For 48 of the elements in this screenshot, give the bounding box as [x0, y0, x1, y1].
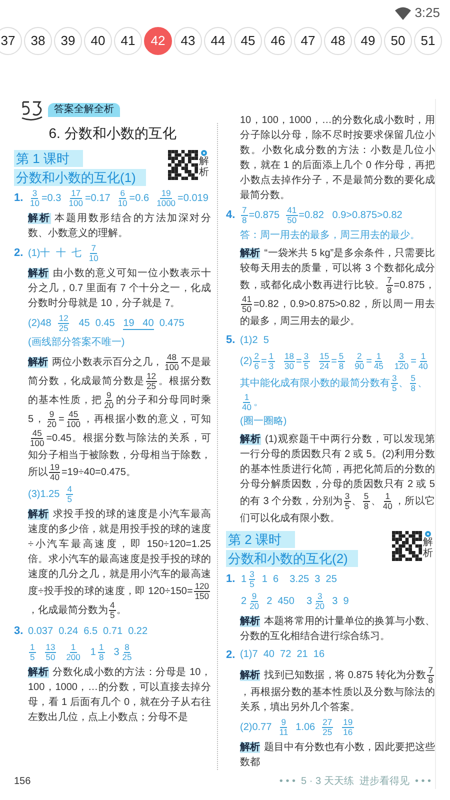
- page-button[interactable]: 48: [324, 27, 352, 55]
- qr-caption: 解析: [199, 156, 209, 178]
- question-number: 2.: [226, 648, 236, 662]
- section-badge: 答案全解全析: [48, 103, 120, 117]
- page-button[interactable]: 49: [354, 27, 382, 55]
- chapter-title: 6. 分数和小数的互化: [48, 124, 178, 143]
- page-button[interactable]: 43: [174, 27, 202, 55]
- page-button[interactable]: 37: [0, 27, 22, 55]
- page-button[interactable]: 40: [84, 27, 112, 55]
- analysis-text: 解析 本题用数形结合的方法加深对分数、小数意义的理解。: [28, 212, 211, 241]
- wifi-icon: [394, 6, 411, 20]
- question-number: 3.: [14, 624, 24, 639]
- question-number: 1.: [14, 191, 24, 206]
- analysis-text: 解析 题目中有分数也有小数，因此要把这些数都: [240, 740, 435, 770]
- answer-line: (1)7 40 72 21 16: [240, 648, 325, 662]
- qr-code-drawing: [392, 530, 422, 560]
- footer-slogan: • • • 5 · 3 天天练 进步看得见 • • •: [279, 774, 431, 789]
- lesson-title: 分数和小数的互化(2): [226, 550, 358, 566]
- page-button[interactable]: 46: [264, 27, 292, 55]
- page-number: 156: [14, 775, 31, 789]
- page-button[interactable]: 50: [384, 27, 412, 55]
- analysis-text: 解析 由小数的意义可知一位小数表示十分之几，0.7 里面有 7 个十分之一，化成分数时分母就是 10，分子就是 7。: [28, 266, 211, 311]
- clock-time: 3:25: [414, 4, 440, 22]
- question-number: 2.: [14, 246, 24, 262]
- note-text: (画线部分答案不唯一): [28, 336, 126, 350]
- answer-line: (1)2 5: [240, 334, 269, 348]
- answer-line: 0.037 0.24 6.5 0.71 0.22: [28, 624, 148, 639]
- qr-code-drawing: [168, 150, 198, 180]
- page-button[interactable]: 45: [234, 27, 262, 55]
- question-number: 1.: [226, 572, 236, 587]
- analysis-text: 解析 本题将常用的计量单位的换算与小数、分数的互化相结合进行综合练习。: [240, 614, 435, 644]
- qr-caption: 解析: [423, 536, 433, 558]
- page-button[interactable]: 44: [204, 27, 232, 55]
- page-button[interactable]: 39: [54, 27, 82, 55]
- paragraph-text: 10，100，1000，…的分数化成小数时，用分子除以分母，除不尽时按要求保留几位小数。小数化成分数的方法：小数是几位小数，就在 1 的后面添上几个 0 作分母，再把小数点去掉作分子，不是最简分数的要化成最简分数。: [240, 114, 435, 203]
- answer-line: 答：周一用去的最多，周三用去的最少。: [240, 228, 420, 243]
- page-button[interactable]: 51: [414, 27, 442, 55]
- lesson-title: 分数和小数的互化(1): [14, 169, 146, 186]
- lesson-label: 第 1 课时: [14, 150, 84, 167]
- question-number: 4.: [226, 208, 236, 224]
- page-button[interactable]: 38: [24, 27, 52, 55]
- lesson-label: 第 2 课时: [226, 530, 296, 548]
- analysis-text: 解析 分数化成小数的方法：分母是 10，100，1000，…的分数，可以直接去掉分母，看 1 后面有几个 0，就在分子从右往左数出几位，点上小数点；分母不是: [28, 666, 211, 724]
- page-button[interactable]: 41: [114, 27, 142, 55]
- logo-drawing: [20, 99, 44, 121]
- question-number: 5.: [226, 333, 236, 348]
- page-button[interactable]: 47: [294, 27, 322, 55]
- note-text: (圈一圈略): [240, 414, 288, 428]
